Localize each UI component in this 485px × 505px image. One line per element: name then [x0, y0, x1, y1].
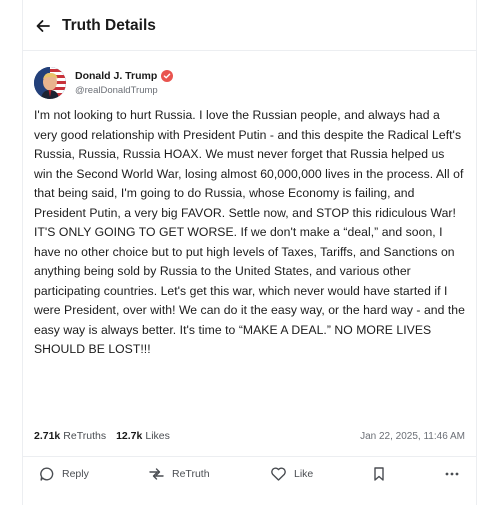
- post-author: Donald J. Trump @realDonaldTrump: [34, 67, 174, 99]
- retruths-count[interactable]: 2.71k: [34, 430, 60, 442]
- retruth-button[interactable]: ReTruth: [148, 466, 210, 482]
- more-options-button[interactable]: [444, 466, 460, 482]
- post-stats: 2.71k ReTruths 12.7k Likes Jan 22, 2025,…: [34, 428, 465, 444]
- post-text: I'm not looking to hurt Russia. I love t…: [34, 108, 465, 356]
- reply-button[interactable]: Reply: [39, 466, 89, 482]
- more-horizontal-icon: [445, 472, 459, 476]
- header-divider: [22, 50, 477, 51]
- retruth-label: ReTruth: [172, 468, 210, 480]
- likes-count[interactable]: 12.7k: [116, 430, 142, 442]
- avatar[interactable]: [34, 67, 66, 99]
- post-timestamp: Jan 22, 2025, 11:46 AM: [360, 430, 465, 442]
- reply-label: Reply: [62, 468, 89, 480]
- likes-label[interactable]: Likes: [145, 430, 170, 442]
- back-button[interactable]: [34, 17, 52, 35]
- bookmark-button[interactable]: [372, 466, 386, 482]
- arrow-left-icon: [36, 20, 50, 32]
- like-label: Like: [294, 468, 314, 480]
- retruth-icon: [149, 468, 164, 480]
- actions-divider: [22, 456, 477, 457]
- retruths-label[interactable]: ReTruths: [63, 430, 106, 442]
- author-name[interactable]: Donald J. Trump: [75, 70, 157, 82]
- bookmark-icon: [374, 467, 384, 481]
- heart-icon: [271, 467, 286, 481]
- like-button[interactable]: Like: [270, 466, 313, 482]
- page-header: Truth Details: [34, 14, 156, 38]
- author-handle[interactable]: @realDonaldTrump: [75, 85, 173, 96]
- reply-icon: [40, 467, 54, 481]
- verified-badge-icon: [161, 70, 174, 82]
- page-title: Truth Details: [62, 17, 156, 34]
